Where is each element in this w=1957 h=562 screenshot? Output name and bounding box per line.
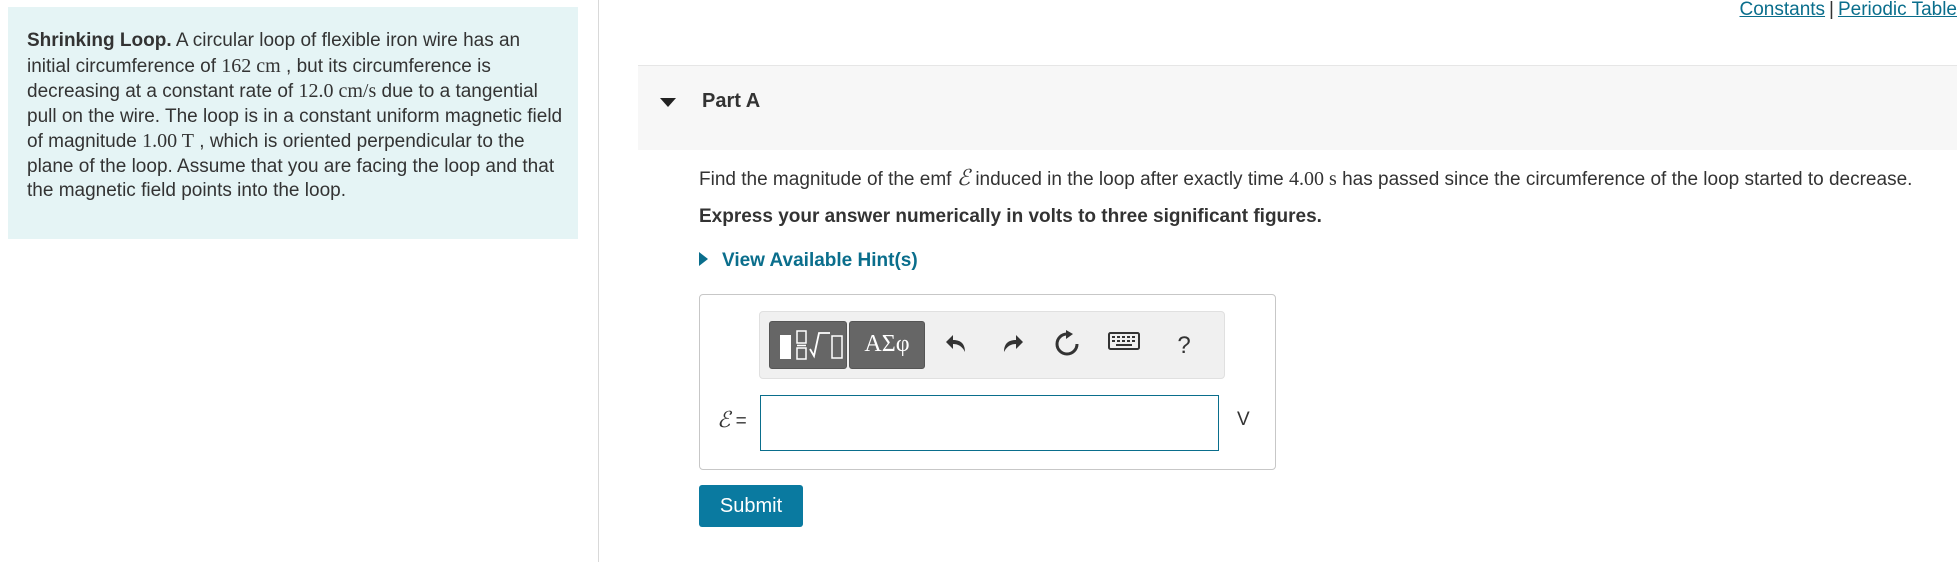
view-hints-label: View Available Hint(s) bbox=[722, 250, 918, 271]
link-separator: | bbox=[1829, 0, 1834, 20]
part-a-header[interactable]: Part A bbox=[638, 65, 1957, 150]
time-value: 4.00 s bbox=[1289, 168, 1337, 190]
templates-icon bbox=[780, 330, 843, 360]
redo-button[interactable] bbox=[996, 330, 1028, 362]
help-button[interactable]: ? bbox=[1168, 330, 1200, 362]
expand-triangle-icon bbox=[699, 251, 708, 266]
undo-icon bbox=[946, 335, 965, 352]
column-divider bbox=[598, 0, 599, 562]
redo-icon bbox=[1004, 335, 1023, 352]
constants-link[interactable]: Constants bbox=[1740, 0, 1826, 20]
keyboard-button[interactable] bbox=[1108, 330, 1140, 362]
answer-box: ΑΣφ ? ℰ = V bbox=[699, 294, 1276, 470]
view-hints-link[interactable]: View Available Hint(s) bbox=[699, 250, 918, 272]
unit-label: V bbox=[1237, 409, 1250, 430]
field-value: 1.00 T bbox=[142, 130, 194, 152]
answer-instruction: Express your answer numerically in volts… bbox=[699, 206, 1322, 227]
emf-symbol: ℰ bbox=[956, 165, 971, 190]
periodic-table-link[interactable]: Periodic Table bbox=[1838, 0, 1957, 20]
symbols-button[interactable]: ΑΣφ bbox=[849, 321, 925, 369]
math-toolbar: ΑΣφ ? bbox=[759, 311, 1225, 379]
keyboard-icon bbox=[1108, 332, 1140, 350]
submit-button[interactable]: Submit bbox=[699, 485, 803, 527]
problem-title: Shrinking Loop. bbox=[27, 30, 172, 51]
emf-answer-input[interactable] bbox=[760, 395, 1219, 451]
collapse-caret-icon[interactable] bbox=[660, 98, 676, 107]
emf-label: ℰ = bbox=[717, 407, 747, 432]
undo-button[interactable] bbox=[941, 330, 973, 362]
reset-button[interactable] bbox=[1051, 330, 1083, 362]
top-links: Constants | Periodic Table bbox=[1740, 0, 1957, 20]
rate-value: 12.0 cm/s bbox=[298, 80, 377, 102]
problem-statement: Shrinking Loop. A circular loop of flexi… bbox=[8, 7, 578, 239]
part-a-label: Part A bbox=[702, 90, 761, 112]
circumference-value: 162 cm bbox=[221, 54, 281, 77]
question-text: Find the magnitude of the emf ℰ induced … bbox=[699, 165, 1913, 191]
reset-icon bbox=[1055, 330, 1079, 356]
templates-button[interactable] bbox=[769, 321, 847, 369]
